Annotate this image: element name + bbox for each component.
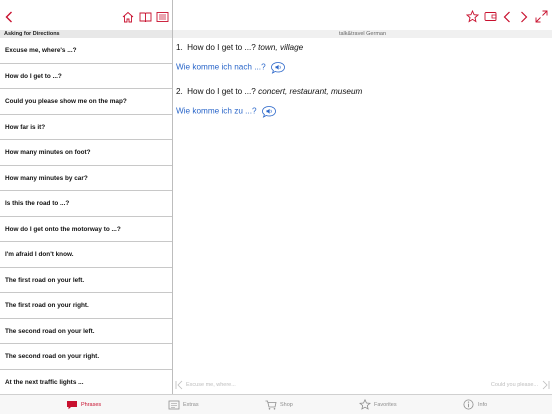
phrases-icon xyxy=(67,401,77,410)
phrase-text: How do I get to ...? xyxy=(187,87,256,96)
list-item[interactable]: Could you please show me on the map? xyxy=(0,89,172,115)
phrase-list: Excuse me, where's ...? How do I get to … xyxy=(0,38,172,395)
list-item[interactable]: At the next traffic lights ... xyxy=(0,370,172,395)
tab-label: Phrases xyxy=(81,402,102,408)
next-phrase-icon[interactable] xyxy=(541,380,550,390)
detail-toolbar xyxy=(173,0,552,30)
section-header: Asking for Directions xyxy=(0,30,172,38)
previous-chevron-icon[interactable] xyxy=(503,11,511,23)
phrase-number: 2. xyxy=(176,87,183,96)
phrase-hint: concert, restaurant, museum xyxy=(258,87,363,96)
list-item[interactable]: How do I get onto the motorway to ...? xyxy=(0,217,172,242)
translation-text: Wie komme ich nach ...? xyxy=(176,62,266,72)
tab-bar: Phrases Extras Shop Favorites Info xyxy=(0,394,552,414)
info-icon xyxy=(463,399,474,410)
list-item[interactable]: The first road on your left. xyxy=(0,268,172,293)
wallet-icon[interactable] xyxy=(484,11,497,22)
phrase-translation[interactable]: Wie komme ich nach ...? xyxy=(176,61,286,74)
phrase-hint: town, village xyxy=(258,43,304,52)
extras-icon xyxy=(168,400,180,410)
previous-phrase-link[interactable]: Excuse me, where... xyxy=(186,382,236,388)
phrase-source: 1. How do I get to ...? town, village xyxy=(176,43,303,52)
next-phrase-link[interactable]: Could you please... xyxy=(491,382,538,388)
list-item[interactable]: How many minutes on foot? xyxy=(0,140,172,166)
tab-label: Shop xyxy=(280,402,293,408)
phrase-source: 2. How do I get to ...? concert, restaur… xyxy=(176,87,362,96)
tab-label: Favorites xyxy=(374,402,397,408)
book-icon[interactable] xyxy=(139,11,152,23)
list-item[interactable]: The second road on your right. xyxy=(0,344,172,370)
home-icon[interactable] xyxy=(122,11,134,23)
tab-label: Info xyxy=(478,402,488,408)
translation-text: Wie komme ich zu ...? xyxy=(176,106,257,116)
phrase-navigation: Excuse me, where... Could you please... xyxy=(173,378,552,394)
list-item[interactable]: Excuse me, where's ...? xyxy=(0,38,172,64)
sidebar-pane: Asking for Directions Excuse me, where's… xyxy=(0,0,172,395)
list-item[interactable]: I'm afraid I don't know. xyxy=(0,242,172,268)
list-icon[interactable] xyxy=(156,11,169,23)
phrase-text: How do I get to ...? xyxy=(187,43,256,52)
list-item[interactable]: How far is it? xyxy=(0,115,172,140)
list-item[interactable]: The second road on your left. xyxy=(0,319,172,344)
cart-icon xyxy=(265,400,277,410)
speaker-bubble-icon[interactable] xyxy=(261,105,277,118)
speaker-bubble-icon[interactable] xyxy=(270,61,286,74)
detail-title: talk&travel German xyxy=(173,30,552,38)
favorite-star-icon[interactable] xyxy=(466,10,479,23)
previous-phrase-icon[interactable] xyxy=(175,380,184,390)
list-item[interactable]: Is this the road to ...? xyxy=(0,191,172,217)
tab-label: Extras xyxy=(183,402,199,408)
star-icon xyxy=(359,399,371,410)
detail-pane: talk&travel German 1. How do I get to ..… xyxy=(173,0,552,394)
phrase-number: 1. xyxy=(176,43,183,52)
list-item[interactable]: The first road on your right. xyxy=(0,293,172,319)
list-item[interactable]: How do I get to ...? xyxy=(0,64,172,89)
sidebar-toolbar xyxy=(0,0,172,30)
list-item[interactable]: How many minutes by car? xyxy=(0,166,172,191)
next-chevron-icon[interactable] xyxy=(520,11,528,23)
expand-icon[interactable] xyxy=(535,10,548,23)
back-chevron-icon[interactable] xyxy=(5,11,13,23)
phrase-translation[interactable]: Wie komme ich zu ...? xyxy=(176,105,277,118)
